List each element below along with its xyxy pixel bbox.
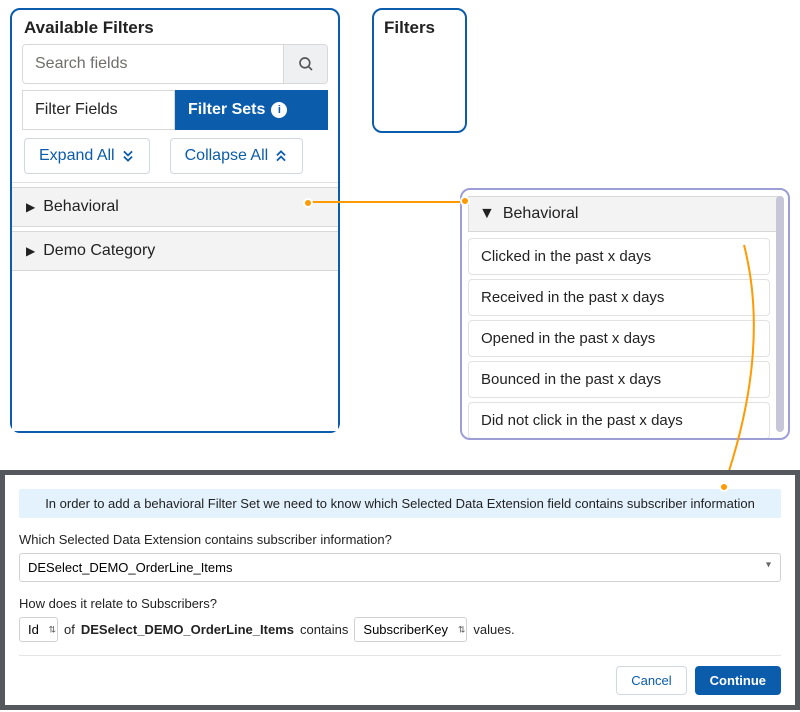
de-name-label: DESelect_DEMO_OrderLine_Items [81, 622, 294, 637]
annotation-dot [719, 482, 729, 492]
tab-filter-fields[interactable]: Filter Fields [22, 90, 175, 130]
info-banner: In order to add a behavioral Filter Set … [19, 489, 781, 518]
search-input[interactable] [23, 45, 283, 83]
annotation-connector [310, 201, 464, 203]
cancel-button[interactable]: Cancel [616, 666, 686, 695]
annotation-dot [460, 196, 470, 206]
category-behavioral-label: Behavioral [43, 198, 119, 216]
filter-set-item[interactable]: Did not click in the past x days [468, 402, 770, 439]
annotation-dot [303, 198, 313, 208]
filter-set-item[interactable]: Opened in the past x days [468, 320, 770, 357]
question-2: How does it relate to Subscribers? [19, 596, 781, 611]
continue-button[interactable]: Continue [695, 666, 781, 695]
expand-all-button[interactable]: Expand All [24, 138, 150, 174]
behavioral-filterset-modal: In order to add a behavioral Filter Set … [5, 475, 795, 705]
caret-right-icon: ▶ [26, 200, 35, 214]
modal-footer: Cancel Continue [19, 655, 781, 695]
filter-tabs: Filter Fields Filter Sets i [22, 90, 328, 130]
of-label: of [64, 622, 75, 637]
expand-all-label: Expand All [39, 147, 115, 165]
double-chevron-down-icon [121, 149, 135, 163]
collapse-all-button[interactable]: Collapse All [170, 138, 304, 174]
filter-set-item[interactable]: Bounced in the past x days [468, 361, 770, 398]
subscriber-select-wrap: SubscriberKey [354, 617, 467, 642]
category-list: ▶ Behavioral ▶ Demo Category [12, 183, 338, 271]
subscriber-field-select[interactable]: SubscriberKey [354, 617, 467, 642]
caret-right-icon: ▶ [26, 244, 35, 258]
tab-filter-fields-label: Filter Fields [35, 101, 118, 119]
tab-filter-sets[interactable]: Filter Sets i [175, 90, 328, 130]
de-select-wrap: DESelect_DEMO_OrderLine_Items [19, 547, 781, 582]
field-select[interactable]: Id [19, 617, 58, 642]
category-empty-area [12, 271, 338, 431]
filter-set-items: Clicked in the past x days Received in t… [468, 238, 782, 439]
search-icon [297, 55, 315, 73]
values-label: values. [473, 622, 514, 637]
filters-panel: Filters [372, 8, 467, 133]
category-demo-label: Demo Category [43, 242, 155, 260]
caret-down-icon: ▼ [479, 205, 495, 223]
available-filters-title: Available Filters [24, 18, 154, 38]
category-demo[interactable]: ▶ Demo Category [12, 231, 338, 271]
panel-header: Available Filters [12, 10, 338, 44]
filter-set-item[interactable]: Received in the past x days [468, 279, 770, 316]
collapse-all-label: Collapse All [185, 147, 269, 165]
data-extension-select[interactable]: DESelect_DEMO_OrderLine_Items [19, 553, 781, 582]
behavioral-expanded-panel: ▼ Behavioral Clicked in the past x days … [460, 188, 790, 440]
expand-collapse-toolbar: Expand All Collapse All [12, 130, 338, 183]
modal-backdrop: In order to add a behavioral Filter Set … [0, 470, 800, 710]
search-field-wrap [22, 44, 328, 84]
double-chevron-up-icon [274, 149, 288, 163]
filters-title: Filters [384, 18, 435, 37]
behavioral-expanded-header[interactable]: ▼ Behavioral [468, 196, 782, 232]
scrollbar[interactable] [776, 196, 784, 432]
question-1: Which Selected Data Extension contains s… [19, 532, 781, 547]
search-button[interactable] [283, 45, 327, 83]
tab-filter-sets-label: Filter Sets [188, 101, 265, 119]
behavioral-expanded-title: Behavioral [503, 205, 579, 223]
info-icon[interactable]: i [271, 102, 287, 118]
relation-row: Id of DESelect_DEMO_OrderLine_Items cont… [19, 617, 781, 642]
field-select-wrap: Id [19, 617, 58, 642]
category-behavioral[interactable]: ▶ Behavioral [12, 187, 338, 227]
available-filters-panel: Available Filters Filter Fields Filter S… [10, 8, 340, 433]
contains-label: contains [300, 622, 348, 637]
filter-set-item[interactable]: Clicked in the past x days [468, 238, 770, 275]
